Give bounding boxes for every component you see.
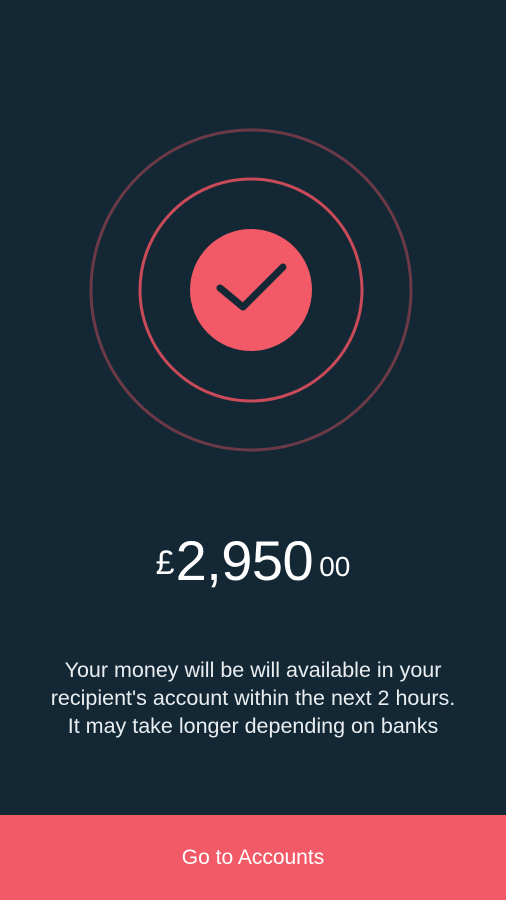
message-line-2: recipient's account within the next 2 ho…: [50, 686, 456, 710]
amount-whole: 2,950: [175, 529, 314, 592]
check-circle-icon: [190, 229, 312, 351]
transfer-success-screen: £2,950 00 Your money will be will availab…: [0, 0, 506, 900]
confirmation-message: Your money will be will available in you…: [20, 656, 486, 740]
message-line-1: Your money will be will available in you…: [64, 658, 442, 682]
amount-fraction: 00: [319, 551, 351, 582]
go-to-accounts-button[interactable]: Go to Accounts: [0, 815, 506, 900]
success-rings: [89, 128, 413, 452]
currency-symbol: £: [155, 544, 175, 582]
transfer-amount: £2,950 00: [0, 528, 506, 593]
message-line-3: It may take longer depending on banks: [67, 714, 439, 738]
